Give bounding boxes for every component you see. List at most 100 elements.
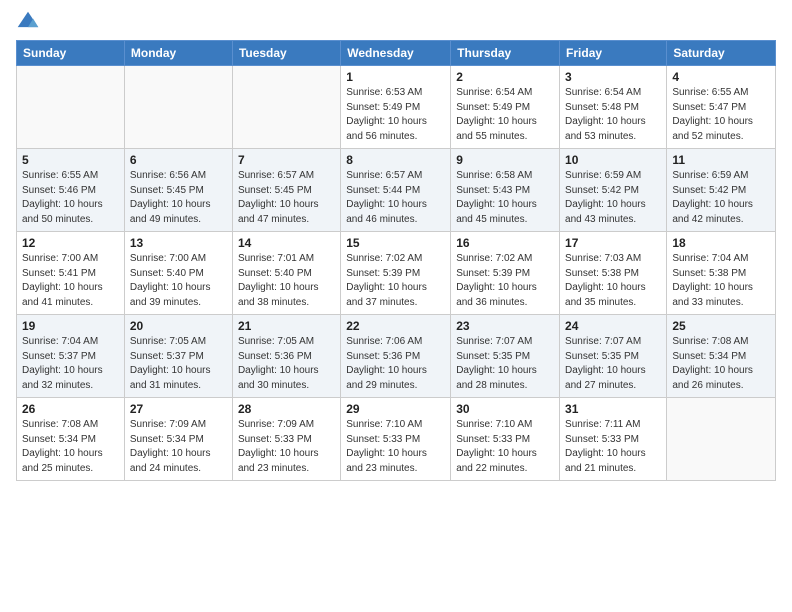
header xyxy=(16,10,776,34)
day-number: 6 xyxy=(130,153,227,167)
calendar-cell: 21 Sunrise: 7:05 AM Sunset: 5:36 PM Dayli… xyxy=(232,315,340,398)
day-info: Sunrise: 6:55 AM Sunset: 5:47 PM Dayligh… xyxy=(672,86,770,144)
day-number: 21 xyxy=(238,319,335,333)
calendar-cell: 25Sunrise: 7:08 AM Sunset: 5:34 PM Dayli… xyxy=(667,315,776,398)
day-info: Sunrise: 7:02 AM Sunset: 5:39 PM Dayligh… xyxy=(346,252,445,310)
day-number: 5 xyxy=(22,153,119,167)
header-day-tuesday: Tuesday xyxy=(232,41,340,66)
day-info: Sunrise: 7:06 AM Sunset: 5:36 PM Dayligh… xyxy=(346,335,445,393)
header-day-sunday: Sunday xyxy=(17,41,125,66)
day-info: Sunrise: 6:59 AM Sunset: 5:42 PM Dayligh… xyxy=(672,169,770,227)
calendar-cell xyxy=(232,66,340,149)
calendar-cell: 13 Sunrise: 7:00 AM Sunset: 5:40 PM Dayli… xyxy=(124,232,232,315)
day-info: Sunrise: 6:57 AM Sunset: 5:45 PM Dayligh… xyxy=(238,169,335,227)
calendar-cell: 5 Sunrise: 6:55 AM Sunset: 5:46 PM Daylig… xyxy=(17,149,125,232)
day-info: Sunrise: 7:07 AM Sunset: 5:35 PM Dayligh… xyxy=(565,335,661,393)
day-number: 24 xyxy=(565,319,661,333)
day-number: 9 xyxy=(456,153,554,167)
calendar-cell: 10 Sunrise: 6:59 AM Sunset: 5:42 PM Dayli… xyxy=(560,149,667,232)
day-info: Sunrise: 6:55 AM Sunset: 5:46 PM Dayligh… xyxy=(22,169,119,227)
day-info: Sunrise: 6:59 AM Sunset: 5:42 PM Dayligh… xyxy=(565,169,661,227)
header-day-saturday: Saturday xyxy=(667,41,776,66)
calendar-cell: 7 Sunrise: 6:57 AM Sunset: 5:45 PM Daylig… xyxy=(232,149,340,232)
day-number: 2 xyxy=(456,70,554,84)
day-number: 28 xyxy=(238,402,335,416)
day-number: 13 xyxy=(130,236,227,250)
calendar-cell: 31Sunrise: 7:11 AM Sunset: 5:33 PM Dayli… xyxy=(560,398,667,481)
week-row-1: 1 Sunrise: 6:53 AM Sunset: 5:49 PM Daylig… xyxy=(17,66,776,149)
calendar-cell: 20 Sunrise: 7:05 AM Sunset: 5:37 PM Dayli… xyxy=(124,315,232,398)
calendar-cell: 27 Sunrise: 7:09 AM Sunset: 5:34 PM Dayli… xyxy=(124,398,232,481)
calendar-cell: 16 Sunrise: 7:02 AM Sunset: 5:39 PM Dayli… xyxy=(451,232,560,315)
calendar-cell: 6 Sunrise: 6:56 AM Sunset: 5:45 PM Daylig… xyxy=(124,149,232,232)
day-info: Sunrise: 7:01 AM Sunset: 5:40 PM Dayligh… xyxy=(238,252,335,310)
day-number: 16 xyxy=(456,236,554,250)
week-row-5: 26 Sunrise: 7:08 AM Sunset: 5:34 PM Dayli… xyxy=(17,398,776,481)
day-info: Sunrise: 7:00 AM Sunset: 5:40 PM Dayligh… xyxy=(130,252,227,310)
day-info: Sunrise: 7:10 AM Sunset: 5:33 PM Dayligh… xyxy=(346,418,445,476)
day-number: 23 xyxy=(456,319,554,333)
calendar-cell: 22 Sunrise: 7:06 AM Sunset: 5:36 PM Dayli… xyxy=(341,315,451,398)
header-day-wednesday: Wednesday xyxy=(341,41,451,66)
header-day-monday: Monday xyxy=(124,41,232,66)
day-number: 8 xyxy=(346,153,445,167)
day-info: Sunrise: 6:53 AM Sunset: 5:49 PM Dayligh… xyxy=(346,86,445,144)
day-number: 22 xyxy=(346,319,445,333)
day-info: Sunrise: 7:02 AM Sunset: 5:39 PM Dayligh… xyxy=(456,252,554,310)
calendar-cell: 24 Sunrise: 7:07 AM Sunset: 5:35 PM Dayli… xyxy=(560,315,667,398)
day-info: Sunrise: 7:08 AM Sunset: 5:34 PM Dayligh… xyxy=(672,335,770,393)
day-number: 29 xyxy=(346,402,445,416)
day-info: Sunrise: 7:00 AM Sunset: 5:41 PM Dayligh… xyxy=(22,252,119,310)
calendar-cell: 12 Sunrise: 7:00 AM Sunset: 5:41 PM Dayli… xyxy=(17,232,125,315)
calendar-table: SundayMondayTuesdayWednesdayThursdayFrid… xyxy=(16,40,776,481)
day-number: 18 xyxy=(672,236,770,250)
day-number: 1 xyxy=(346,70,445,84)
week-row-4: 19Sunrise: 7:04 AM Sunset: 5:37 PM Dayli… xyxy=(17,315,776,398)
day-info: Sunrise: 7:05 AM Sunset: 5:37 PM Dayligh… xyxy=(130,335,227,393)
day-number: 15 xyxy=(346,236,445,250)
calendar-cell: 15 Sunrise: 7:02 AM Sunset: 5:39 PM Dayli… xyxy=(341,232,451,315)
day-number: 11 xyxy=(672,153,770,167)
calendar-cell: 29 Sunrise: 7:10 AM Sunset: 5:33 PM Dayli… xyxy=(341,398,451,481)
day-number: 26 xyxy=(22,402,119,416)
calendar-cell: 28Sunrise: 7:09 AM Sunset: 5:33 PM Dayli… xyxy=(232,398,340,481)
calendar-cell: 9 Sunrise: 6:58 AM Sunset: 5:43 PM Daylig… xyxy=(451,149,560,232)
day-info: Sunrise: 6:54 AM Sunset: 5:48 PM Dayligh… xyxy=(565,86,661,144)
day-info: Sunrise: 7:11 AM Sunset: 5:33 PM Dayligh… xyxy=(565,418,661,476)
day-number: 14 xyxy=(238,236,335,250)
day-info: Sunrise: 7:04 AM Sunset: 5:38 PM Dayligh… xyxy=(672,252,770,310)
calendar-cell: 30Sunrise: 7:10 AM Sunset: 5:33 PM Dayli… xyxy=(451,398,560,481)
day-info: Sunrise: 6:57 AM Sunset: 5:44 PM Dayligh… xyxy=(346,169,445,227)
calendar-cell: 26 Sunrise: 7:08 AM Sunset: 5:34 PM Dayli… xyxy=(17,398,125,481)
calendar-cell: 14 Sunrise: 7:01 AM Sunset: 5:40 PM Dayli… xyxy=(232,232,340,315)
calendar-cell xyxy=(667,398,776,481)
day-number: 27 xyxy=(130,402,227,416)
day-info: Sunrise: 6:54 AM Sunset: 5:49 PM Dayligh… xyxy=(456,86,554,144)
logo-icon xyxy=(16,10,40,34)
day-info: Sunrise: 7:10 AM Sunset: 5:33 PM Dayligh… xyxy=(456,418,554,476)
day-info: Sunrise: 7:07 AM Sunset: 5:35 PM Dayligh… xyxy=(456,335,554,393)
day-number: 3 xyxy=(565,70,661,84)
day-info: Sunrise: 7:09 AM Sunset: 5:34 PM Dayligh… xyxy=(130,418,227,476)
logo xyxy=(16,10,44,34)
day-info: Sunrise: 6:56 AM Sunset: 5:45 PM Dayligh… xyxy=(130,169,227,227)
calendar-cell: 18 Sunrise: 7:04 AM Sunset: 5:38 PM Dayli… xyxy=(667,232,776,315)
calendar-cell xyxy=(17,66,125,149)
day-info: Sunrise: 7:08 AM Sunset: 5:34 PM Dayligh… xyxy=(22,418,119,476)
calendar-cell: 2 Sunrise: 6:54 AM Sunset: 5:49 PM Daylig… xyxy=(451,66,560,149)
header-day-thursday: Thursday xyxy=(451,41,560,66)
calendar-cell: 3 Sunrise: 6:54 AM Sunset: 5:48 PM Daylig… xyxy=(560,66,667,149)
day-number: 10 xyxy=(565,153,661,167)
week-row-2: 5 Sunrise: 6:55 AM Sunset: 5:46 PM Daylig… xyxy=(17,149,776,232)
calendar-cell: 17Sunrise: 7:03 AM Sunset: 5:38 PM Dayli… xyxy=(560,232,667,315)
day-number: 17 xyxy=(565,236,661,250)
header-row: SundayMondayTuesdayWednesdayThursdayFrid… xyxy=(17,41,776,66)
day-number: 20 xyxy=(130,319,227,333)
day-number: 7 xyxy=(238,153,335,167)
calendar-cell: 1 Sunrise: 6:53 AM Sunset: 5:49 PM Daylig… xyxy=(341,66,451,149)
day-info: Sunrise: 6:58 AM Sunset: 5:43 PM Dayligh… xyxy=(456,169,554,227)
day-info: Sunrise: 7:05 AM Sunset: 5:36 PM Dayligh… xyxy=(238,335,335,393)
day-number: 12 xyxy=(22,236,119,250)
calendar-cell: 4Sunrise: 6:55 AM Sunset: 5:47 PM Daylig… xyxy=(667,66,776,149)
calendar-cell xyxy=(124,66,232,149)
